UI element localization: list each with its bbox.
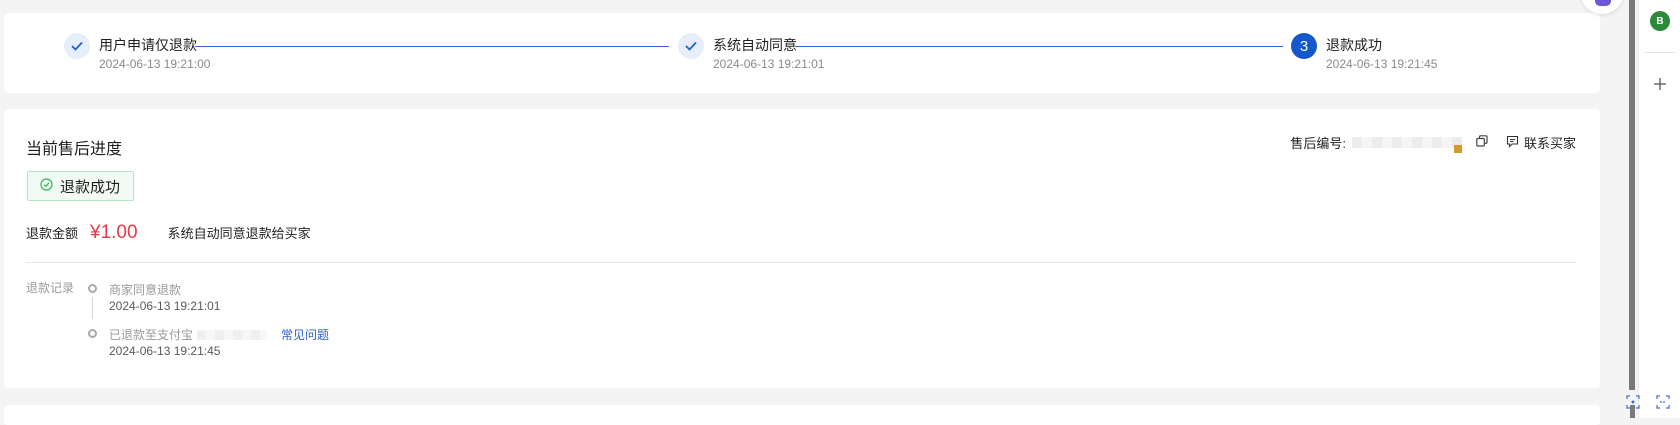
amount-description: 系统自动同意退款给买家 bbox=[167, 226, 311, 241]
check-icon bbox=[64, 33, 90, 59]
step-title: 系统自动同意 bbox=[713, 37, 797, 53]
divider bbox=[26, 262, 1576, 263]
aftersale-header: 售后编号: 联系买家 bbox=[1290, 133, 1576, 153]
step-time: 2024-06-13 19:21:45 bbox=[1326, 57, 1438, 71]
status-badge: 退款成功 bbox=[27, 171, 135, 201]
timeline-dot bbox=[88, 284, 97, 293]
aftersale-number-label: 售后编号: bbox=[1290, 136, 1346, 151]
aftersale-progress-card: 当前售后进度 售后编号: 联系买家 退款成功 退款金额 ¥1.00 系统自动同意… bbox=[4, 109, 1600, 388]
refund-amount-row: 退款金额 ¥1.00 系统自动同意退款给买家 bbox=[26, 222, 311, 244]
progress-steps: 用户申请仅退款 2024-06-13 19:21:00 系统自动同意 2024-… bbox=[4, 13, 1600, 93]
amount-value: ¥1.00 bbox=[90, 222, 138, 243]
amount-label: 退款金额 bbox=[26, 226, 79, 241]
assistant-float-button[interactable] bbox=[1580, 0, 1624, 14]
step-number: 3 bbox=[1291, 33, 1317, 59]
step-connector bbox=[195, 46, 669, 47]
timeline-time: 2024-06-13 19:21:01 bbox=[109, 299, 221, 313]
next-card bbox=[4, 405, 1600, 425]
aftersale-number-masked bbox=[1351, 137, 1462, 153]
side-panel: B bbox=[1638, 0, 1680, 418]
faq-link[interactable]: 常见问题 bbox=[281, 326, 329, 343]
timeline-dot bbox=[88, 329, 97, 338]
success-circle-icon bbox=[40, 177, 53, 195]
step-connector bbox=[795, 46, 1283, 47]
alipay-account-masked bbox=[197, 329, 268, 340]
chat-icon bbox=[1506, 135, 1519, 151]
timeline-line bbox=[92, 297, 93, 319]
timeline-title: 商家同意退款 bbox=[109, 283, 182, 297]
refund-record-label: 退款记录 bbox=[26, 281, 75, 295]
timeline-title-row: 已退款至支付宝 常见问题 bbox=[109, 326, 329, 343]
plus-icon[interactable] bbox=[1651, 75, 1669, 93]
screenshot-icon[interactable] bbox=[1655, 394, 1671, 410]
step-title: 退款成功 bbox=[1326, 37, 1382, 53]
check-icon bbox=[678, 33, 704, 59]
status-text: 退款成功 bbox=[60, 178, 121, 196]
avatar[interactable]: B bbox=[1650, 11, 1670, 31]
timeline-time: 2024-06-13 19:21:45 bbox=[109, 344, 221, 358]
scrollbar[interactable] bbox=[1629, 0, 1635, 390]
contact-buyer-label: 联系买家 bbox=[1523, 136, 1576, 151]
step-time: 2024-06-13 19:21:00 bbox=[99, 57, 211, 71]
scan-icon[interactable] bbox=[1625, 394, 1641, 410]
assistant-logo-icon bbox=[1595, 0, 1611, 6]
step-title: 用户申请仅退款 bbox=[99, 37, 197, 53]
side-divider bbox=[1645, 52, 1675, 53]
step-time: 2024-06-13 19:21:01 bbox=[713, 57, 825, 71]
section-title: 当前售后进度 bbox=[26, 141, 123, 158]
timeline-title: 已退款至支付宝 bbox=[109, 328, 194, 342]
copy-icon[interactable] bbox=[1476, 135, 1488, 150]
contact-buyer-button[interactable]: 联系买家 bbox=[1506, 133, 1576, 152]
